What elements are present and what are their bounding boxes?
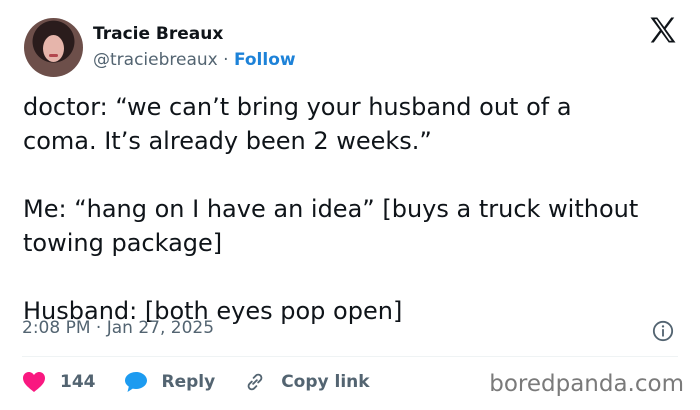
handle-separator: · — [217, 49, 234, 70]
info-icon[interactable] — [652, 320, 674, 342]
reply-label: Reply — [161, 372, 216, 392]
x-logo-icon[interactable] — [648, 15, 678, 45]
tweet-timestamp[interactable]: 2:08 PM · Jan 27, 2025 — [22, 318, 214, 338]
tweet-header: Tracie Breaux @traciebreaux · Follow — [24, 16, 296, 78]
author-name[interactable]: Tracie Breaux — [93, 23, 296, 45]
divider — [22, 356, 678, 357]
action-bar: 144 Reply Copy link — [22, 371, 398, 393]
copy-link-button[interactable]: Copy link — [243, 371, 370, 393]
user-info: Tracie Breaux @traciebreaux · Follow — [93, 23, 296, 72]
reply-bubble-icon — [124, 372, 147, 392]
reply-button[interactable]: Reply — [124, 371, 216, 393]
follow-button[interactable]: Follow — [234, 50, 296, 70]
watermark: boredpanda.com — [489, 371, 684, 397]
like-button[interactable]: 144 — [22, 371, 96, 393]
like-count: 144 — [60, 372, 96, 392]
avatar[interactable] — [24, 17, 83, 77]
avatar-face — [43, 34, 64, 62]
avatar-lips — [49, 53, 58, 57]
copy-link-label: Copy link — [281, 372, 370, 392]
tweet-text: doctor: “we can’t bring your husband out… — [23, 93, 639, 325]
link-icon — [247, 373, 263, 391]
tweet-card: Tracie Breaux @traciebreaux · Follow doc… — [0, 0, 700, 410]
author-handle[interactable]: @traciebreaux — [93, 50, 218, 70]
heart-icon — [23, 372, 45, 392]
handle-row: @traciebreaux · Follow — [93, 48, 296, 72]
